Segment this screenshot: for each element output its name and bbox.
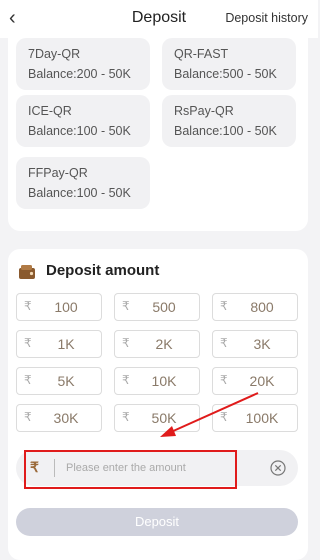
deposit-button[interactable]: Deposit xyxy=(16,508,298,536)
annotation-arrow xyxy=(160,392,259,437)
